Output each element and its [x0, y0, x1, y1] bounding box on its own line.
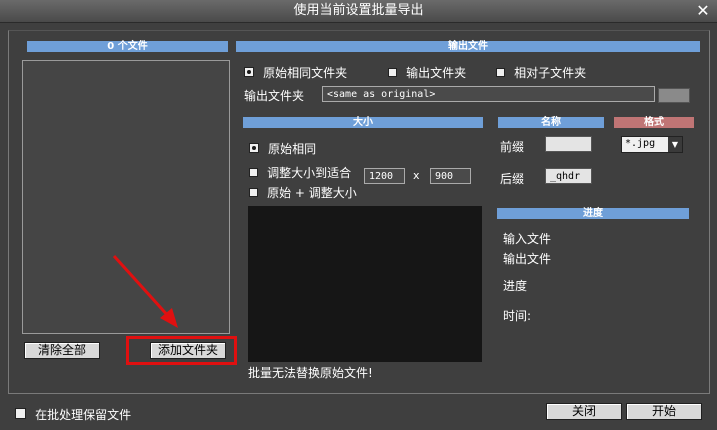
clear-all-button[interactable]: 清除全部: [24, 342, 100, 359]
close-icon[interactable]: ✕: [689, 0, 717, 22]
input-file-label: 输入文件: [503, 232, 552, 246]
output-option-label: 输出文件夹: [406, 66, 467, 80]
radio-same-folder[interactable]: [244, 67, 254, 77]
output-file-label: 输出文件: [503, 252, 552, 266]
output-folder-label: 输出文件夹: [244, 89, 305, 103]
name-header: 名称: [498, 117, 604, 128]
format-value: *.jpg: [625, 138, 656, 149]
suffix-label: 后缀: [500, 172, 525, 186]
format-select[interactable]: *.jpg ▼: [621, 136, 683, 153]
format-header: 格式: [614, 117, 694, 128]
times-sign: x: [413, 169, 420, 182]
window-title-bar: 使用当前设置批量导出 ✕: [0, 0, 717, 23]
checkbox-output-folder[interactable]: [388, 68, 397, 77]
output-option-label: 相对子文件夹: [514, 66, 587, 80]
suffix-input[interactable]: _qhdr: [545, 168, 592, 184]
output-header: 输出文件: [236, 41, 700, 52]
size-option-label: 原始 + 调整大小: [267, 186, 357, 200]
keep-files-option[interactable]: 在批处理保留文件: [15, 404, 131, 423]
size-option-label: 调整大小到适合: [267, 166, 352, 180]
progress-label: 进度: [503, 279, 528, 293]
file-count-header: 0 个文件: [27, 41, 228, 52]
size-option-original[interactable]: 原始相同: [249, 138, 316, 157]
chevron-down-icon[interactable]: ▼: [668, 137, 682, 152]
checkbox-keep-files[interactable]: [15, 408, 26, 419]
window-title: 使用当前设置批量导出: [293, 3, 424, 18]
prefix-input[interactable]: [545, 136, 592, 152]
start-button[interactable]: 开始: [626, 403, 702, 420]
keep-files-label: 在批处理保留文件: [35, 408, 132, 422]
size-option-fit[interactable]: 调整大小到适合: [249, 162, 351, 181]
highlight-box: [126, 336, 237, 365]
size-option-label: 原始相同: [268, 142, 317, 156]
red-arrow-icon: [112, 254, 178, 328]
prefix-label: 前缀: [500, 140, 525, 154]
output-option-same-folder[interactable]: 原始相同文件夹: [244, 62, 347, 81]
warning-text: 批量无法替换原始文件!: [248, 366, 373, 380]
checkbox-size-original-plus[interactable]: [249, 188, 258, 197]
checkbox-size-fit[interactable]: [249, 168, 258, 177]
size-option-original-plus-resize[interactable]: 原始 + 调整大小: [249, 182, 357, 201]
output-folder-input[interactable]: <same as original>: [322, 86, 655, 102]
close-button[interactable]: 关闭: [546, 403, 622, 420]
height-input[interactable]: 900: [430, 168, 471, 184]
progress-header: 进度: [497, 208, 689, 219]
radio-size-original[interactable]: [249, 143, 259, 153]
size-header: 大小: [243, 117, 483, 128]
output-option-output-folder[interactable]: 输出文件夹: [388, 62, 466, 81]
checkbox-relative-subfolder[interactable]: [496, 68, 505, 77]
preview-area: [248, 206, 482, 362]
output-option-label: 原始相同文件夹: [263, 66, 348, 80]
output-option-relative-subfolder[interactable]: 相对子文件夹: [496, 62, 586, 81]
browse-folder-button[interactable]: [658, 88, 690, 103]
time-label: 时间:: [503, 309, 532, 323]
width-input[interactable]: 1200: [364, 168, 405, 184]
